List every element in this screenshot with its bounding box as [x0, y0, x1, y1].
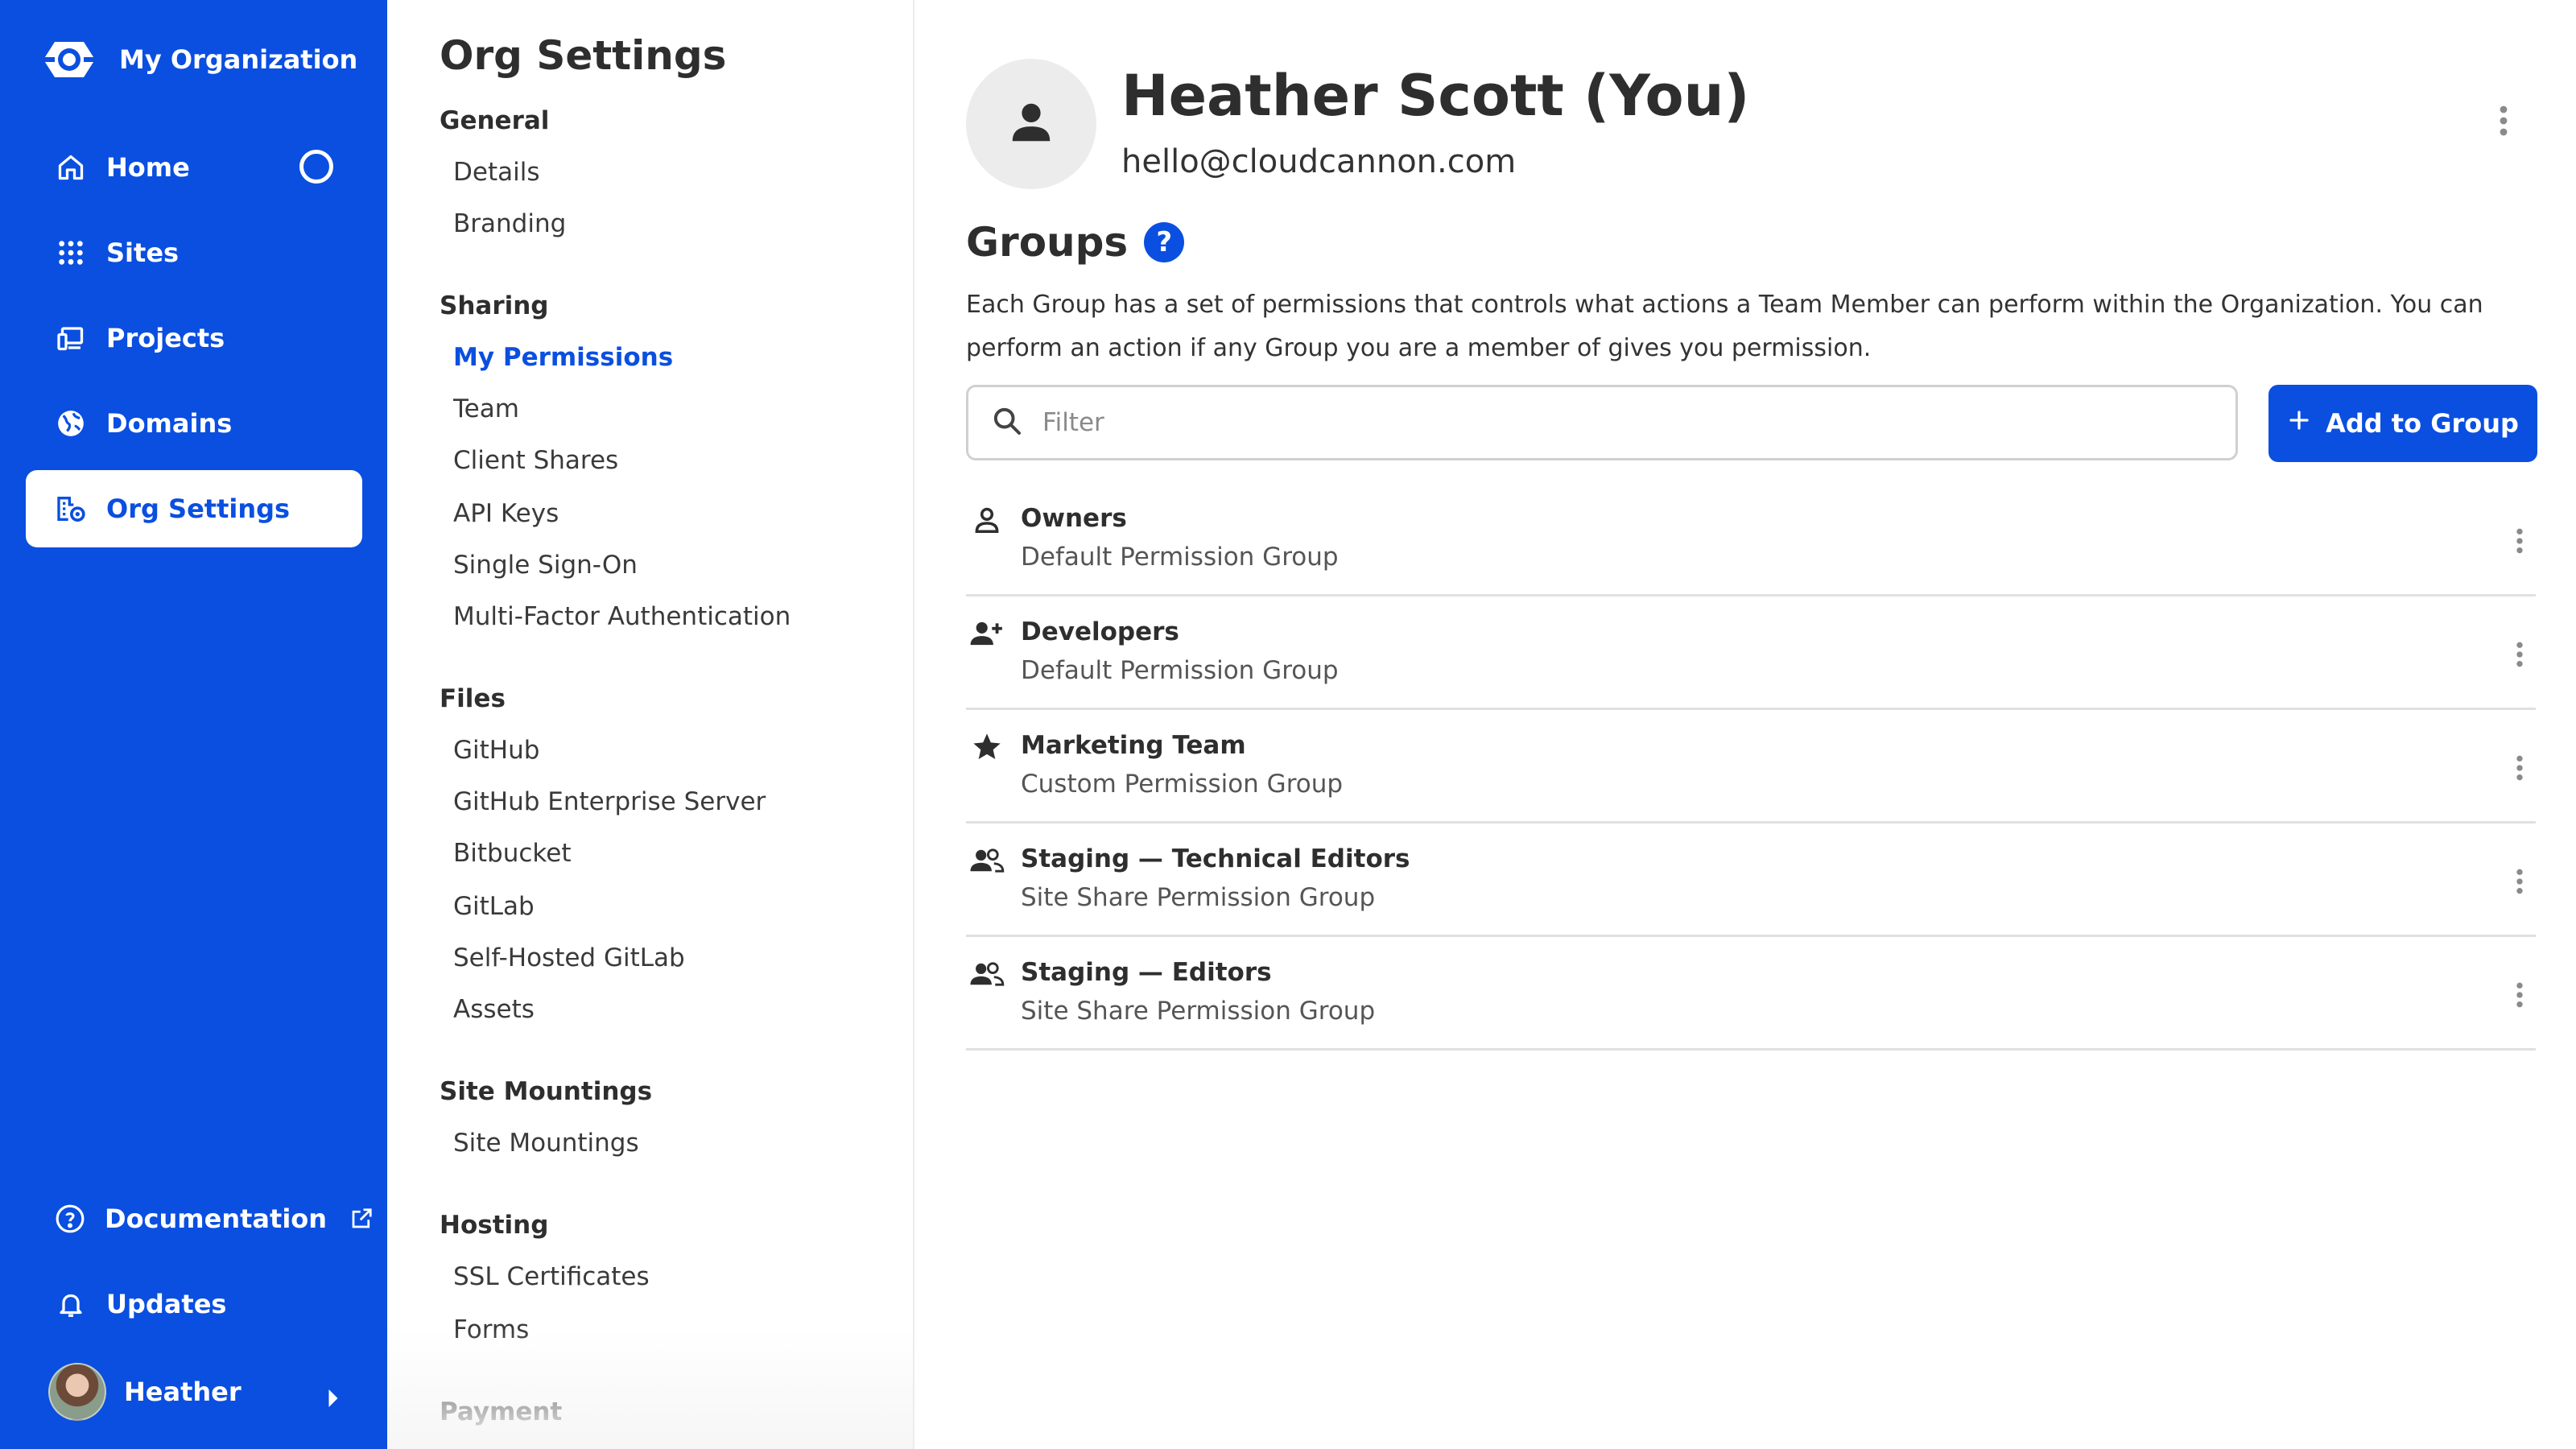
more-vertical-icon[interactable] [2504, 630, 2536, 679]
org-switcher[interactable]: My Organization [42, 35, 357, 84]
nav-item-label: Projects [106, 323, 225, 353]
plus-icon [2287, 408, 2311, 439]
main-content: Heather Scott (You) hello@cloudcannon.co… [915, 0, 2576, 1449]
nav-item-domains[interactable]: Domains [26, 385, 362, 462]
nav-item-label: Sites [106, 237, 180, 268]
group-row[interactable]: Owners Default Permission Group [966, 483, 2536, 597]
settings-link-self-hosted-gitlab[interactable]: Self-Hosted GitLab [453, 943, 685, 972]
section-heading-site-mountings: Site Mountings [440, 1077, 653, 1106]
building-settings-icon [55, 493, 87, 525]
globe-icon [55, 407, 87, 440]
avatar [48, 1363, 106, 1421]
devices-icon [55, 322, 87, 354]
filter-input[interactable] [1042, 398, 2235, 447]
nav-item-label: Org Settings [106, 493, 291, 524]
help-icon[interactable]: ? [1144, 222, 1185, 262]
person-outline-icon [969, 502, 1005, 538]
section-heading-general: General [440, 106, 550, 135]
section-heading-payment: Payment [440, 1397, 563, 1426]
nav-item-home[interactable]: Home [26, 129, 362, 206]
settings-link-github-enterprise[interactable]: GitHub Enterprise Server [453, 787, 766, 816]
settings-link-branding[interactable]: Branding [453, 209, 566, 238]
settings-link-site-mountings[interactable]: Site Mountings [453, 1129, 639, 1158]
cloudcannon-logo-icon [42, 39, 97, 80]
groups-heading: Groups ? [966, 219, 1185, 266]
settings-link-client-shares[interactable]: Client Shares [453, 446, 618, 475]
nav-item-label: Documentation [105, 1203, 328, 1234]
more-vertical-icon[interactable] [2504, 517, 2536, 565]
nav-item-org-settings[interactable]: Org Settings [26, 470, 362, 547]
group-type: Site Share Permission Group [1021, 883, 1376, 912]
groups-title: Groups [966, 219, 1129, 266]
group-row[interactable]: Marketing Team Custom Permission Group [966, 710, 2536, 824]
person-add-icon [969, 616, 1005, 651]
person-icon [1006, 97, 1056, 151]
star-icon [969, 729, 1005, 765]
settings-title: Org Settings [440, 32, 727, 79]
grid-icon [55, 237, 87, 269]
filter-field[interactable] [966, 385, 2238, 460]
add-to-group-button[interactable]: Add to Group [2268, 385, 2537, 462]
settings-link-bitbucket[interactable]: Bitbucket [453, 839, 571, 868]
settings-link-my-permissions[interactable]: My Permissions [453, 343, 673, 372]
settings-link-forms[interactable]: Forms [453, 1315, 529, 1344]
group-name: Marketing Team [1021, 731, 1246, 760]
section-heading-sharing: Sharing [440, 291, 549, 320]
nav-item-label: Domains [106, 408, 233, 439]
settings-link-github[interactable]: GitHub [453, 736, 539, 765]
chevron-right-icon [327, 1383, 340, 1414]
org-name: My Organization [119, 44, 358, 75]
group-name: Developers [1021, 617, 1179, 646]
group-type: Default Permission Group [1021, 543, 1339, 572]
profile-avatar [966, 59, 1096, 189]
profile-email: hello@cloudcannon.com [1121, 143, 1517, 180]
scroll-fade [387, 1328, 913, 1449]
settings-link-team[interactable]: Team [453, 394, 519, 423]
nav-item-sites[interactable]: Sites [26, 214, 362, 291]
more-vertical-icon[interactable] [2504, 971, 2536, 1019]
search-icon [991, 405, 1023, 440]
help-circle-icon [55, 1203, 85, 1235]
settings-link-gitlab[interactable]: GitLab [453, 892, 535, 921]
people-icon [969, 956, 1005, 992]
group-name: Owners [1021, 504, 1127, 533]
people-icon [969, 843, 1005, 878]
settings-link-assets[interactable]: Assets [453, 995, 535, 1024]
group-type: Site Share Permission Group [1021, 997, 1376, 1026]
user-menu[interactable]: Heather [48, 1362, 354, 1422]
nav-item-documentation[interactable]: Documentation [26, 1180, 372, 1257]
more-vertical-icon[interactable] [2499, 105, 2508, 140]
settings-link-api-keys[interactable]: API Keys [453, 499, 559, 528]
nav-item-label: Home [106, 152, 190, 183]
settings-link-ssl[interactable]: SSL Certificates [453, 1262, 650, 1291]
add-to-group-label: Add to Group [2326, 408, 2519, 439]
settings-link-mfa[interactable]: Multi-Factor Authentication [453, 602, 791, 631]
nav-item-projects[interactable]: Projects [26, 299, 362, 377]
main-sidebar: My Organization Home Sites Projects Doma… [0, 0, 387, 1449]
settings-link-details[interactable]: Details [453, 158, 539, 187]
status-ring-icon [299, 150, 333, 184]
group-row[interactable]: Developers Default Permission Group [966, 597, 2536, 710]
more-vertical-icon[interactable] [2504, 857, 2536, 906]
group-row[interactable]: Staging — Technical Editors Site Share P… [966, 824, 2536, 937]
profile-name: Heather Scott (You) [1121, 63, 1750, 129]
more-vertical-icon[interactable] [2504, 744, 2536, 792]
nav-item-updates[interactable]: Updates [26, 1265, 362, 1343]
section-heading-hosting: Hosting [440, 1211, 549, 1240]
groups-description: Each Group has a set of permissions that… [966, 291, 2483, 362]
group-name: Staging — Technical Editors [1021, 844, 1410, 873]
settings-sidebar: Org Settings General Details Branding Sh… [387, 0, 914, 1449]
group-type: Custom Permission Group [1021, 770, 1344, 799]
group-row[interactable]: Staging — Editors Site Share Permission … [966, 937, 2536, 1051]
bell-icon [55, 1288, 87, 1320]
user-name: Heather [124, 1377, 242, 1407]
group-name: Staging — Editors [1021, 958, 1272, 987]
section-heading-files: Files [440, 684, 506, 713]
external-link-icon [349, 1207, 374, 1231]
home-icon [55, 151, 87, 184]
nav-item-label: Updates [106, 1289, 227, 1319]
group-type: Default Permission Group [1021, 656, 1339, 685]
settings-link-sso[interactable]: Single Sign-On [453, 551, 638, 580]
